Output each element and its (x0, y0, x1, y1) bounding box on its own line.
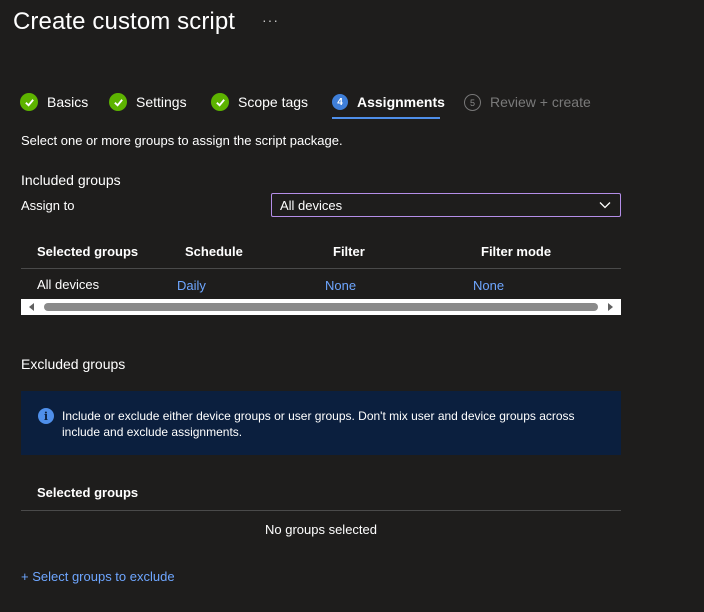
active-step-underline (332, 117, 440, 119)
step-scope-tags[interactable]: Scope tags (211, 90, 308, 118)
checkmark-circle-icon (109, 93, 127, 111)
included-groups-heading: Included groups (21, 172, 121, 188)
step-basics[interactable]: Basics (20, 90, 88, 118)
step-assignments[interactable]: 4 Assignments (332, 90, 445, 119)
schedule-link[interactable]: Daily (177, 278, 206, 293)
group-name: All devices (37, 277, 100, 292)
step-label: Basics (47, 94, 89, 110)
checkmark-circle-icon (211, 93, 229, 111)
excluded-groups-heading: Excluded groups (21, 356, 126, 372)
assign-to-value: All devices (280, 197, 343, 213)
assignments-intro: Select one or more groups to assign the … (21, 133, 343, 148)
column-header[interactable]: Schedule (185, 244, 243, 259)
scroll-right-icon[interactable] (606, 303, 614, 311)
step-review-create[interactable]: 5 Review + create (464, 90, 591, 118)
table-row: All devices Daily None None (21, 269, 621, 301)
info-text: Include or exclude either device groups … (62, 409, 575, 439)
info-icon: i (38, 408, 54, 424)
step-number-icon: 5 (464, 94, 481, 111)
step-label: Assignments (357, 94, 445, 110)
horizontal-scrollbar[interactable] (21, 299, 621, 315)
select-groups-to-exclude-link[interactable]: + Select groups to exclude (21, 569, 175, 584)
page-title: Create custom script (13, 8, 236, 35)
step-label: Settings (136, 94, 187, 110)
table-header: Selected groups (21, 474, 621, 511)
step-label: Review + create (490, 94, 591, 110)
assign-to-dropdown[interactable]: All devices (271, 193, 621, 217)
checkmark-circle-icon (20, 93, 38, 111)
step-label: Scope tags (238, 94, 309, 110)
assign-to-label: Assign to (21, 198, 75, 213)
filter-mode-link[interactable]: None (473, 278, 504, 293)
column-header[interactable]: Filter mode (481, 244, 551, 259)
step-number-icon: 4 (332, 94, 348, 110)
empty-state-text: No groups selected (264, 522, 377, 537)
create-custom-script-page: Create custom script ··· Basics Settings… (0, 0, 704, 612)
column-header[interactable]: Selected groups (37, 244, 138, 259)
filter-link[interactable]: None (325, 278, 356, 293)
scrollbar-thumb[interactable] (44, 303, 598, 311)
chevron-down-icon (599, 202, 611, 209)
column-header[interactable]: Selected groups (37, 485, 138, 500)
table-header: Selected groups Schedule Filter Filter m… (21, 232, 621, 269)
scroll-left-icon[interactable] (28, 303, 36, 311)
column-header[interactable]: Filter (333, 244, 365, 259)
included-groups-table: Selected groups Schedule Filter Filter m… (21, 232, 621, 301)
info-banner: i Include or exclude either device group… (21, 391, 621, 455)
more-options-button[interactable]: ··· (262, 12, 279, 28)
excluded-groups-table: Selected groups (21, 474, 621, 511)
step-settings[interactable]: Settings (109, 90, 187, 118)
